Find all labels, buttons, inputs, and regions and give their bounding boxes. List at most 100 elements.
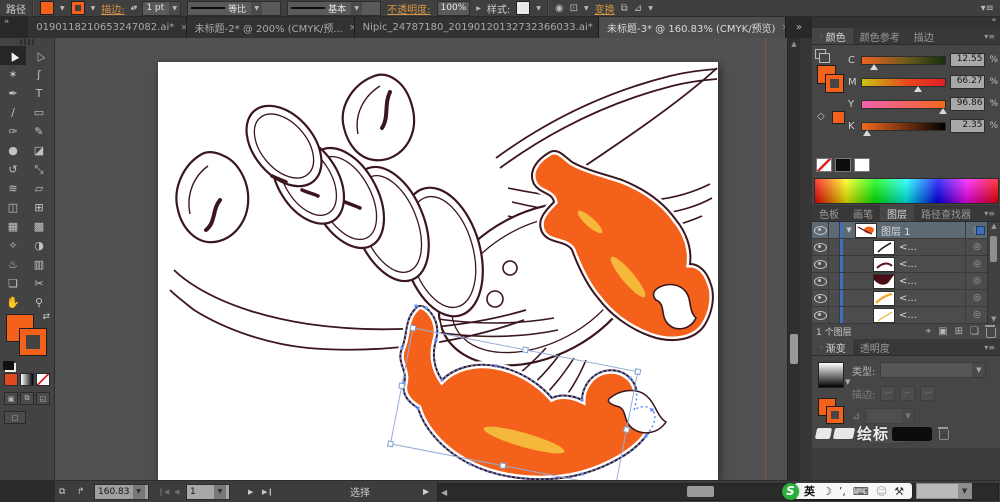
path-name[interactable]: <... <box>899 293 965 304</box>
path-thumbnail[interactable] <box>873 308 895 323</box>
magenta-value-field[interactable]: 66.27 <box>950 75 986 89</box>
gamut-color-swatch[interactable] <box>832 111 845 124</box>
chevron-down-icon[interactable]: ▼ <box>972 363 985 377</box>
artboard-tool[interactable]: ❏ <box>0 274 26 293</box>
opacity-field[interactable]: 100% <box>437 1 471 16</box>
swap-fill-stroke-icon[interactable]: ⇄ <box>42 312 50 322</box>
panel-menu-icon[interactable]: ▾≡ <box>979 28 1000 44</box>
horizontal-scroll-handle[interactable] <box>687 486 714 497</box>
punctuation-icon[interactable]: ’, <box>839 485 846 498</box>
delete-layer-icon[interactable] <box>986 328 996 338</box>
visibility-toggle[interactable] <box>812 273 829 289</box>
mesh-tool[interactable]: ▦ <box>0 217 26 236</box>
slider-thumb[interactable] <box>939 108 947 114</box>
angle-dropdown[interactable]: ▼ <box>865 408 915 424</box>
stroke-across-icon[interactable]: ⌐ <box>920 386 935 401</box>
align-options-icon[interactable]: ⊡ <box>570 3 578 14</box>
stroke-panel-link[interactable]: 描边: <box>101 1 124 16</box>
blend-tool[interactable]: ◑ <box>26 236 52 255</box>
cyan-slider[interactable] <box>861 56 946 65</box>
perspective-grid-tool[interactable]: ⊞ <box>26 198 52 217</box>
gradient-thumbnail[interactable] <box>818 362 844 388</box>
target-icon[interactable]: ◎ <box>965 290 988 306</box>
make-clip-mask-icon[interactable]: ▣ <box>938 326 947 337</box>
keyboard-icon[interactable]: ⌨ <box>853 485 869 498</box>
selection-indicator[interactable] <box>976 226 985 235</box>
document-tab[interactable]: 0190118210653247082.ai* × <box>28 17 186 38</box>
chevron-down-icon[interactable]: ▼ <box>354 5 359 12</box>
free-transform-tool[interactable]: ▱ <box>26 179 52 198</box>
chevron-down-icon[interactable]: ▼ <box>845 378 850 386</box>
width-tool[interactable]: ≋ <box>0 179 26 198</box>
draw-normal-button[interactable]: ▣ <box>4 392 18 405</box>
wrench-icon[interactable]: ⚒ <box>894 485 904 498</box>
ime-language-toggle[interactable]: 英 <box>804 483 815 499</box>
panel-menu-icon[interactable]: ▾≡ <box>979 205 1000 221</box>
lasso-tool[interactable]: ʃ <box>26 65 52 84</box>
color-spectrum-bar[interactable] <box>814 178 999 204</box>
yellow-value-field[interactable]: 96.86 <box>950 97 986 111</box>
scroll-up-icon[interactable]: ▲ <box>788 40 800 48</box>
chevron-down-icon[interactable]: ▼ <box>901 409 914 423</box>
path-name[interactable]: <... <box>899 242 965 253</box>
frames-icon[interactable]: ⧉ <box>59 481 65 502</box>
isolate-selected-icon[interactable]: ⧉ <box>621 3 628 14</box>
path-thumbnail[interactable] <box>873 291 895 306</box>
eyedropper-tool[interactable]: ✧ <box>0 236 26 255</box>
sublayer-row[interactable]: <... ◎ <box>812 273 988 290</box>
ime-dropdown[interactable]: ▼ <box>916 483 972 499</box>
default-fill-stroke-icon[interactable] <box>3 361 14 370</box>
slider-thumb[interactable] <box>914 86 922 92</box>
next-artboard-icon[interactable]: ▶ <box>248 481 253 502</box>
path-name[interactable]: <... <box>899 259 965 270</box>
tab-gradient[interactable]: ◦ 渐变 <box>812 339 853 355</box>
layer-thumbnail[interactable] <box>855 223 877 238</box>
lock-toggle[interactable] <box>829 222 840 238</box>
lobster-illustration[interactable] <box>158 62 718 480</box>
scale-tool[interactable]: ⤡ <box>26 160 52 179</box>
stroke-color-swatch[interactable] <box>71 1 85 15</box>
sublayer-row[interactable]: <... ◎ <box>812 290 988 307</box>
new-sublayer-icon[interactable]: ⊞ <box>955 326 963 337</box>
line-segment-tool[interactable]: ∕ <box>0 103 26 122</box>
stroke-swatch[interactable] <box>19 328 47 356</box>
stepper-icon[interactable]: ▲▼ <box>131 5 137 11</box>
stroke-within-icon[interactable]: ⌐ <box>880 386 895 401</box>
locate-object-icon[interactable]: ⌖ <box>926 326 932 337</box>
prev-artboard-icon[interactable]: ◀ <box>174 481 179 502</box>
workspace-collapse-icon[interactable]: ❝ <box>0 17 28 38</box>
blob-brush-tool[interactable]: ● <box>0 141 26 160</box>
paintbrush-tool[interactable]: ✑ <box>0 122 26 141</box>
visibility-toggle[interactable] <box>812 222 829 238</box>
gradient-type-dropdown[interactable]: ▼ <box>880 362 986 378</box>
stroke-along-icon[interactable]: ⌐ <box>900 386 915 401</box>
artboard[interactable] <box>158 62 718 480</box>
panel-menu-icon[interactable]: ▾≡ <box>979 339 1000 355</box>
chevron-down-icon[interactable]: ▼ <box>60 5 65 12</box>
color-mode-button[interactable] <box>4 373 18 386</box>
opacity-panel-link[interactable]: 不透明度: <box>387 1 430 16</box>
lock-toggle[interactable] <box>829 307 840 323</box>
visibility-toggle[interactable] <box>812 239 829 255</box>
draw-inside-button[interactable]: ◱ <box>36 392 50 405</box>
layer-name[interactable]: 图层 1 <box>881 223 965 238</box>
vertical-scrollbar[interactable]: ▲ <box>787 38 800 480</box>
path-thumbnail[interactable] <box>873 240 895 255</box>
moon-icon[interactable]: ☽ <box>822 485 832 498</box>
magic-wand-tool[interactable]: ✶ <box>0 65 26 84</box>
ime-logo-icon[interactable]: S <box>782 483 799 500</box>
lock-toggle[interactable] <box>829 239 840 255</box>
tab-color-guide[interactable]: 颜色参考 <box>853 28 907 44</box>
pen-tool[interactable]: ✒ <box>0 84 26 103</box>
path-thumbnail[interactable] <box>873 257 895 272</box>
layers-scroll-handle[interactable] <box>990 236 997 262</box>
zoom-tool[interactable]: ⚲ <box>26 293 52 312</box>
lock-toggle[interactable] <box>829 273 840 289</box>
visibility-toggle[interactable] <box>812 290 829 306</box>
chevron-down-icon[interactable]: ▼ <box>958 484 971 498</box>
zoom-level-field[interactable]: 160.83 ▼ <box>94 481 149 502</box>
style-swatch[interactable] <box>516 1 530 15</box>
width-profile-dropdown[interactable]: 等比 ▼ <box>187 1 281 16</box>
first-artboard-icon[interactable]: ❙◀ <box>158 481 169 502</box>
symbol-sprayer-tool[interactable]: ♨ <box>0 255 26 274</box>
